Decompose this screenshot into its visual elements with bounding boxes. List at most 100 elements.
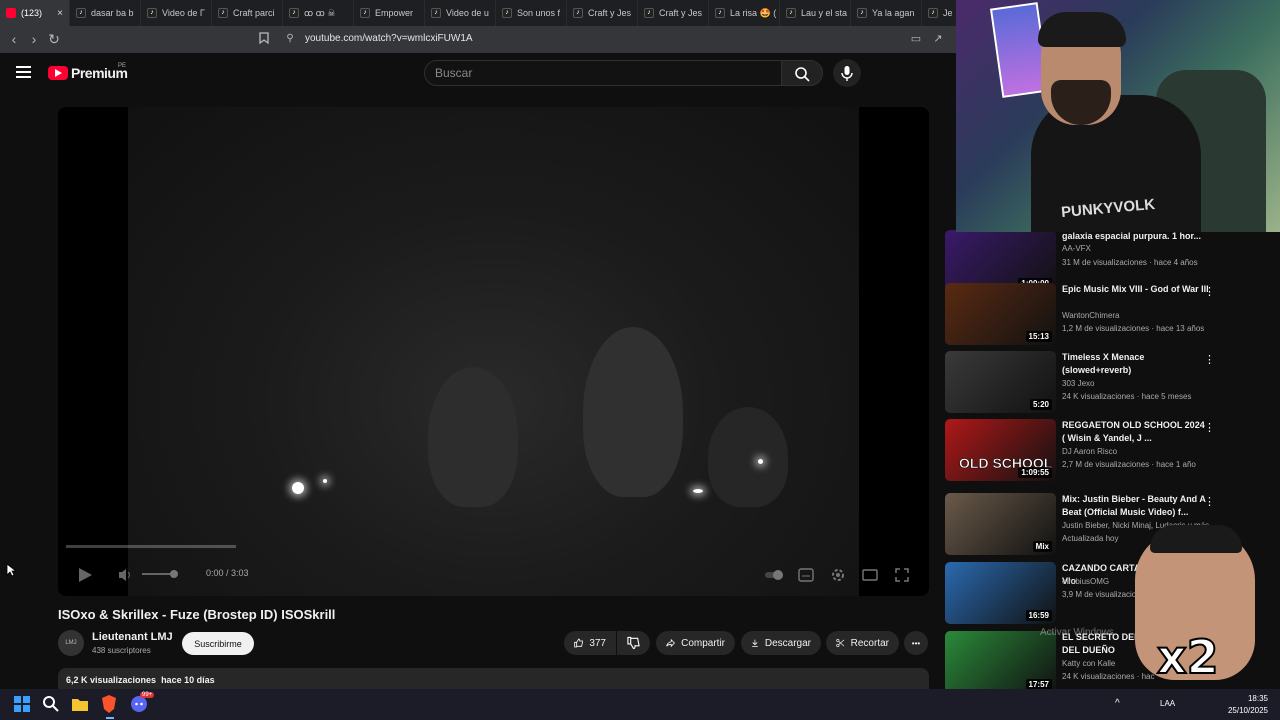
video-title[interactable]: Mix: Justin Bieber - Beauty And A Beat (…: [1062, 493, 1210, 519]
browser-tab[interactable]: (123) ×: [0, 0, 70, 26]
cast-icon[interactable]: ▭: [908, 31, 924, 47]
reload-icon[interactable]: ↻: [46, 31, 62, 47]
channel-name[interactable]: Katty con Kalle: [1062, 659, 1115, 668]
more-options-icon[interactable]: ⋮: [1204, 286, 1215, 298]
close-tab-icon[interactable]: ×: [57, 8, 63, 19]
site-info-icon[interactable]: ⚲: [282, 31, 298, 47]
play-icon[interactable]: [76, 566, 94, 584]
clip-button[interactable]: Recortar: [826, 631, 899, 655]
browser-tab[interactable]: ♪ dasar ba b: [70, 0, 141, 26]
tab-label: Craft y Jes: [659, 8, 703, 18]
video-meta: 24 K visualizaciones · hac: [1062, 672, 1155, 681]
channel-name[interactable]: Lieutenant LMJ: [92, 631, 173, 643]
menu-icon[interactable]: [16, 66, 31, 78]
video-thumbnail[interactable]: 5:20: [945, 351, 1056, 413]
description-box[interactable]: 6,2 K visualizaciones hace 10 días: [58, 668, 929, 690]
browser-tab[interactable]: ♪ Craft y Jes: [638, 0, 709, 26]
file-explorer-icon[interactable]: [70, 694, 90, 714]
browser-tab[interactable]: ♪ Je: [922, 0, 956, 26]
channel-avatar[interactable]: LMJ: [58, 630, 84, 656]
tray-expand-icon[interactable]: ^: [1115, 698, 1120, 709]
subtitles-icon[interactable]: [798, 568, 814, 582]
like-button[interactable]: 377: [564, 631, 616, 655]
share-page-icon[interactable]: ↗: [930, 31, 946, 47]
like-count: 377: [589, 637, 606, 649]
browser-tab[interactable]: ♪ Video de Γ: [141, 0, 212, 26]
youtube-header: Premium PE: [0, 53, 956, 93]
recommended-video[interactable]: OLD SCHOOL 1:09:55 REGGAETON OLD SCHOOL 20…: [945, 419, 1280, 483]
mouse-cursor-icon: [6, 563, 16, 577]
recommended-video[interactable]: 15:13 Epic Music Mix VIII - God of War II…: [945, 283, 1280, 347]
progress-bar[interactable]: [66, 545, 236, 548]
video-thumbnail[interactable]: Mix: [945, 493, 1056, 555]
voice-search-button[interactable]: [833, 59, 861, 87]
dislike-button[interactable]: [617, 631, 650, 655]
video-title[interactable]: REGGAETON OLD SCHOOL 2024 ( Wisin & Yand…: [1062, 419, 1210, 445]
video-meta: Actualizada hoy: [1062, 534, 1119, 543]
search-box[interactable]: [424, 60, 782, 86]
download-button[interactable]: Descargar: [741, 631, 821, 655]
browser-tab[interactable]: ♪ Empower: [354, 0, 425, 26]
browser-tab[interactable]: ♪ Craft y Jes: [567, 0, 638, 26]
video-meta: 24 K visualizaciones · hace 5 meses: [1062, 392, 1192, 401]
duration-badge: Mix: [1032, 541, 1052, 552]
country-code: PE: [118, 63, 127, 69]
autoplay-toggle[interactable]: [764, 569, 784, 581]
video-title[interactable]: Epic Music Mix VIII - God of War III: [1062, 283, 1210, 296]
channel-name[interactable]: DJ Aaron Risco: [1062, 447, 1117, 456]
video-title[interactable]: Timeless X Menace (slowed+reverb): [1062, 351, 1210, 377]
system-clock[interactable]: 18:35 25/10/2025: [1228, 693, 1268, 717]
theater-mode-icon[interactable]: [862, 568, 878, 582]
video-meta: 2,7 M de visualizaciones · hace 1 año: [1062, 460, 1196, 469]
more-actions-button[interactable]: •••: [904, 631, 928, 655]
browser-tab[interactable]: ♪ Video de u: [425, 0, 496, 26]
stage-light: [693, 489, 703, 493]
search-button[interactable]: [781, 60, 823, 86]
more-options-icon[interactable]: ⋮: [1204, 496, 1215, 508]
video-thumbnail[interactable]: OLD SCHOOL 1:09:55: [945, 419, 1056, 481]
channel-name[interactable]: WantonChimera: [1062, 311, 1120, 320]
browser-tab[interactable]: ♪ Ya la agan: [851, 0, 922, 26]
windows-start-icon[interactable]: [12, 694, 32, 714]
subscriber-count: 438 suscriptores: [92, 646, 151, 655]
video-thumbnail[interactable]: 16:59: [945, 562, 1056, 624]
browser-tab[interactable]: ♪ La risa 🤩 (: [709, 0, 780, 26]
more-options-icon[interactable]: ⋮: [1204, 354, 1215, 366]
language-indicator[interactable]: LAA: [1160, 699, 1175, 708]
brave-browser-icon[interactable]: [99, 694, 119, 714]
browser-tab[interactable]: ♪ Lau y el sta: [780, 0, 851, 26]
back-icon[interactable]: ‹: [6, 31, 22, 47]
youtube-logo[interactable]: Premium PE: [48, 63, 128, 81]
browser-tab[interactable]: ♪ Son unos f: [496, 0, 567, 26]
address-bar[interactable]: youtube.com/watch?v=wmlcxiFUW1A: [305, 33, 473, 44]
tiktok-favicon-icon: ♪: [644, 8, 654, 18]
search-input[interactable]: [425, 61, 781, 85]
channel-name[interactable]: 303 Jexo: [1062, 379, 1094, 388]
browser-tab[interactable]: ♪ ꝏ ꝏ ☠: [283, 0, 354, 26]
volume-slider[interactable]: [142, 569, 180, 579]
channel-name[interactable]: elrubiusOMG: [1062, 577, 1109, 586]
share-button[interactable]: Compartir: [656, 631, 735, 655]
video-meta: 31 M de visualizaciones · hace 4 años: [1062, 258, 1198, 267]
bookmark-icon[interactable]: [256, 31, 272, 47]
youtube-favicon-icon: [6, 8, 16, 18]
tab-label: Craft parci: [233, 8, 275, 18]
video-thumbnail[interactable]: 17:57: [945, 631, 1056, 693]
channel-name[interactable]: AA-VFX: [1062, 244, 1091, 253]
fullscreen-icon[interactable]: [894, 567, 910, 583]
more-options-icon[interactable]: ⋮: [1204, 422, 1215, 434]
clock-date: 25/10/2025: [1227, 706, 1268, 715]
settings-icon[interactable]: [830, 567, 846, 583]
browser-tab[interactable]: ♪ Craft parci: [212, 0, 283, 26]
tiktok-favicon-icon: ♪: [147, 8, 157, 18]
view-count: 6,2 K visualizaciones: [66, 675, 157, 685]
forward-icon[interactable]: ›: [26, 31, 42, 47]
duration-badge: 15:13: [1025, 331, 1052, 342]
volume-icon[interactable]: [118, 568, 134, 582]
video-player[interactable]: 0:00 / 3:03: [58, 107, 929, 596]
search-taskbar-icon[interactable]: [41, 694, 61, 714]
video-thumbnail[interactable]: 15:13: [945, 283, 1056, 345]
subscribe-button[interactable]: Suscribirme: [182, 632, 254, 655]
download-icon: [752, 639, 758, 647]
recommended-video[interactable]: 5:20 Timeless X Menace (slowed+reverb) 303…: [945, 351, 1280, 415]
